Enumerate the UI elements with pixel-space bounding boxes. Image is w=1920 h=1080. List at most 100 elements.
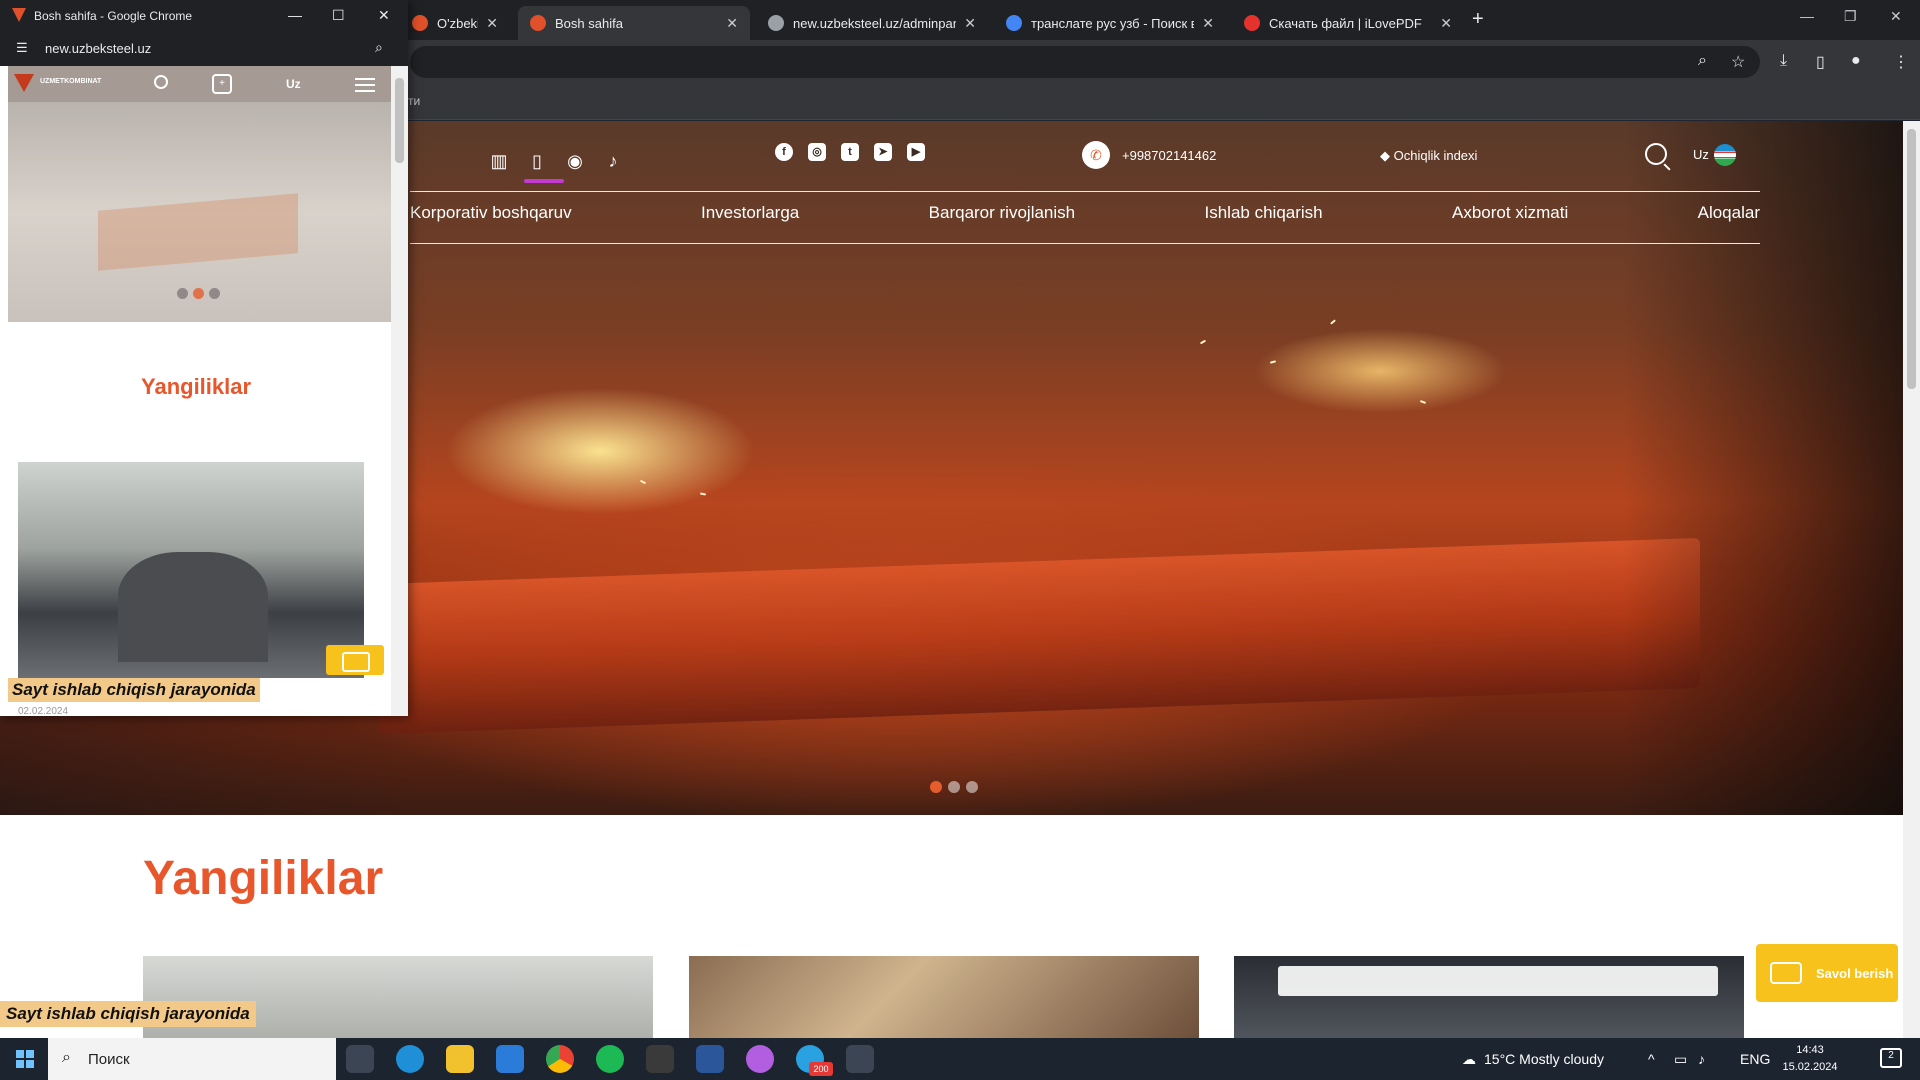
popup-address-bar[interactable]: ☰ new.uzbeksteel.uz ⌕ <box>0 32 408 66</box>
spark <box>1419 400 1427 404</box>
popup-scrollbar[interactable] <box>391 66 408 716</box>
spark <box>699 492 707 496</box>
twitter-icon[interactable]: t <box>841 143 859 161</box>
hero-image-steel-rail <box>380 537 1700 735</box>
language-selector[interactable]: Uz <box>1693 147 1709 162</box>
nav-contacts[interactable]: Aloqalar <box>1698 203 1760 223</box>
settings-gear-icon[interactable] <box>846 1045 874 1073</box>
mobile-version-icon[interactable]: ▯ <box>518 151 556 172</box>
restore-icon[interactable]: ❐ <box>1844 8 1857 25</box>
site-settings-icon[interactable]: ☰ <box>16 40 28 56</box>
download-icon[interactable]: ⤓ <box>1780 52 1787 70</box>
close-window-icon[interactable]: ✕ <box>1890 8 1902 25</box>
taskbar-search[interactable]: ⌕ Поиск <box>48 1038 336 1080</box>
tab-adminpanel[interactable]: new.uzbeksteel.uz/adminpanel/ ✕ <box>756 6 988 40</box>
network-icon[interactable]: ▭ <box>1674 1051 1687 1068</box>
zoom-icon[interactable]: ⌕ <box>1698 52 1707 70</box>
phone-icon[interactable]: ✆ <box>1082 141 1110 169</box>
news-heading: Yangiliklar <box>143 852 384 905</box>
close-tab-icon[interactable]: ✕ <box>726 15 738 32</box>
accessibility-toolbar: ▥ ▯ ◉ ♪ <box>480 141 1760 181</box>
news-card-photo[interactable] <box>18 462 364 678</box>
slider-dot[interactable] <box>948 781 960 793</box>
news-card[interactable] <box>1234 956 1744 1038</box>
close-window-icon[interactable]: ✕ <box>378 7 390 24</box>
youtube-icon[interactable]: ▶ <box>907 143 925 161</box>
phone-number[interactable]: +998702141462 <box>1122 148 1216 163</box>
nav-sustainability[interactable]: Barqaror rivojlanish <box>929 203 1075 223</box>
side-panel-icon[interactable]: ▯ <box>1816 52 1825 72</box>
close-tab-icon[interactable]: ✕ <box>1440 15 1452 32</box>
tab-bosh-sahifa[interactable]: Bosh sahifa ✕ <box>518 6 750 40</box>
file-explorer-icon[interactable] <box>446 1045 474 1073</box>
chevron-up-icon[interactable]: ^ <box>1648 1051 1655 1067</box>
weather-cloud-icon[interactable]: ☁ <box>1462 1051 1476 1068</box>
nav-investors[interactable]: Investorlarga <box>701 203 799 223</box>
new-tab-button[interactable]: + <box>1472 8 1484 31</box>
microphone-icon[interactable]: ♪ <box>594 151 632 172</box>
ask-question-button[interactable] <box>326 645 384 675</box>
telegram-icon[interactable]: ➤ <box>874 143 892 161</box>
uzbekistan-flag-icon[interactable] <box>1714 144 1736 166</box>
hamburger-menu-icon[interactable] <box>355 78 375 92</box>
nav-divider-top <box>410 191 1760 192</box>
minimize-icon[interactable]: ― <box>1800 8 1814 24</box>
search-icon[interactable] <box>1645 143 1667 165</box>
word-icon[interactable] <box>696 1045 724 1073</box>
slider-dot[interactable] <box>177 288 188 299</box>
tab-uzbekiston[interactable]: O'zbekiston ✕ <box>400 6 510 40</box>
scrollbar-thumb[interactable] <box>1907 129 1916 389</box>
tab-title: транслате рус узб - Поиск в Go <box>1031 15 1195 31</box>
slider-dot[interactable] <box>193 288 204 299</box>
nav-production[interactable]: Ishlab chiqarish <box>1205 203 1323 223</box>
eye-icon[interactable]: ◉ <box>556 151 594 172</box>
mail-icon[interactable] <box>496 1045 524 1073</box>
profile-avatar-icon[interactable]: ● <box>1851 52 1861 70</box>
zoom-icon[interactable]: ⌕ <box>375 39 383 56</box>
tab-ilovepdf[interactable]: Скачать файл | iLovePDF ✕ <box>1232 6 1464 40</box>
close-tab-icon[interactable]: ✕ <box>486 15 498 32</box>
chrome-icon[interactable] <box>546 1045 574 1073</box>
close-tab-icon[interactable]: ✕ <box>964 15 976 32</box>
close-tab-icon[interactable]: ✕ <box>1202 15 1214 32</box>
input-language[interactable]: ENG <box>1740 1051 1770 1067</box>
color-app-icon[interactable] <box>746 1045 774 1073</box>
google-icon <box>1006 15 1022 31</box>
slider-dot[interactable] <box>209 288 220 299</box>
search-icon[interactable] <box>154 75 168 89</box>
card-image-detail <box>1278 966 1718 996</box>
menu-kebab-icon[interactable]: ⋮ <box>1893 52 1909 72</box>
uzmetkombinat-logo-icon[interactable] <box>14 74 34 92</box>
scrollbar-thumb[interactable] <box>395 78 404 163</box>
popup-url[interactable]: new.uzbeksteel.uz <box>45 41 151 56</box>
edge-icon[interactable] <box>396 1045 424 1073</box>
openness-index-link[interactable]: ◆ Ochiqlik indexi <box>1380 148 1477 164</box>
slider-dot[interactable] <box>930 781 942 793</box>
active-indicator <box>524 179 564 183</box>
editor-app-icon[interactable] <box>646 1045 674 1073</box>
bookmark-item[interactable]: ти <box>408 94 420 108</box>
nav-press-service[interactable]: Axborot xizmati <box>1452 203 1568 223</box>
tab-google-search[interactable]: транслате рус узб - Поиск в Go ✕ <box>994 6 1226 40</box>
system-clock[interactable]: 14:43 15.02.2024 <box>1770 1042 1850 1076</box>
map-icon[interactable]: ▥ <box>480 151 518 172</box>
minimize-icon[interactable]: ― <box>288 7 302 23</box>
windows-start-icon[interactable] <box>16 1050 34 1068</box>
page-scrollbar[interactable] <box>1903 121 1920 1038</box>
volume-icon[interactable]: ♪ <box>1698 1051 1705 1067</box>
language-selector[interactable]: Uz <box>286 77 301 91</box>
address-bar[interactable] <box>410 46 1760 78</box>
bookmark-star-icon[interactable]: ☆ <box>1731 52 1745 72</box>
ask-question-button[interactable]: Savol berish <box>1756 944 1898 1002</box>
media-app-icon[interactable] <box>596 1045 624 1073</box>
slider-dot[interactable] <box>966 781 978 793</box>
facebook-icon[interactable]: f <box>775 143 793 161</box>
news-card[interactable] <box>689 956 1199 1038</box>
nav-corporate-governance[interactable]: Korporativ boshqaruv <box>410 203 572 223</box>
instagram-icon[interactable]: ◎ <box>808 143 826 161</box>
weather-text[interactable]: 15°C Mostly cloudy <box>1484 1051 1604 1067</box>
maximize-icon[interactable]: ☐ <box>332 7 345 24</box>
notification-center-icon[interactable]: 2 <box>1880 1048 1902 1068</box>
task-view-icon[interactable] <box>346 1045 374 1073</box>
accessibility-icon[interactable]: + <box>212 74 232 94</box>
